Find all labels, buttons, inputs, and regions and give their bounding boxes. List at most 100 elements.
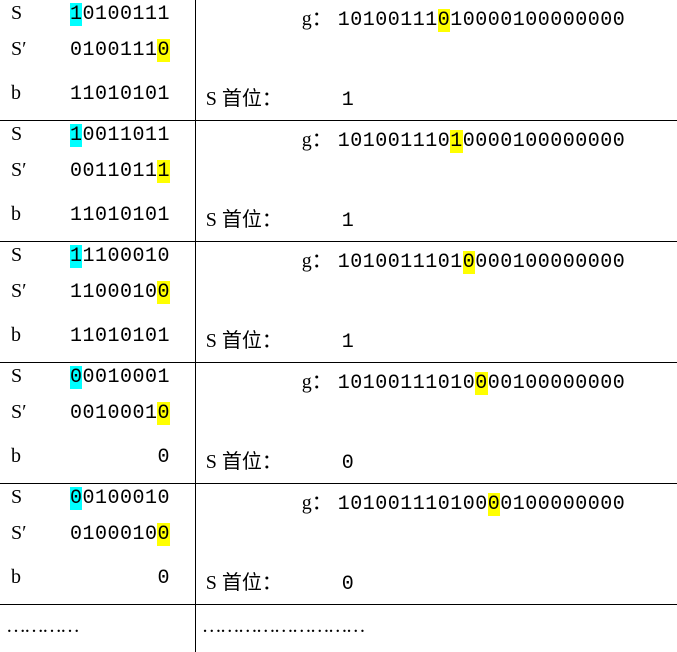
row-b: b11010101 [6, 82, 189, 118]
highlight-yellow-bit: 0 [157, 523, 170, 546]
label-b: b [6, 566, 50, 589]
label-S: S [6, 123, 50, 146]
iteration-row: S10011011 S′00110111 b11010101g：10100111… [0, 121, 677, 242]
highlight-cyan-bit: 1 [70, 245, 83, 268]
row-S: S10100111 [6, 2, 189, 38]
left-cell: S10100111 S′01001110 b11010101 [0, 0, 195, 121]
row-b: b11010101 [6, 203, 189, 239]
left-cell: S00100010 S′01000100 b0 [0, 484, 195, 605]
iteration-row: S10100111 S′01001110 b11010101g：10100111… [0, 0, 677, 121]
label-b: b [6, 203, 50, 226]
row-s-head: S 首位：1 [202, 203, 671, 239]
highlight-yellow-bit: 0 [475, 372, 488, 395]
label-s-head: S 首位： [202, 445, 342, 474]
value-s-head: 1 [342, 331, 355, 354]
value-S-prime: 01000100 [50, 523, 170, 546]
highlight-cyan-bit: 1 [70, 3, 83, 26]
iteration-row: S11100010 S′11000100 b11010101g：10100111… [0, 242, 677, 363]
value-S-prime: 01001110 [50, 39, 170, 62]
row-S-prime: S′11000100 [6, 280, 189, 324]
highlight-cyan-bit: 0 [70, 366, 83, 389]
value-s-head: 1 [342, 89, 355, 112]
label-s-head: S 首位： [202, 566, 342, 595]
right-cell: g：10100111010000100000000 S 首位：1 [195, 0, 677, 121]
row-s-head: S 首位：1 [202, 324, 671, 360]
row-g: g：10100111010000100000000 [202, 244, 671, 280]
row-s-head: S 首位：1 [202, 82, 671, 118]
row-g: g：10100111010000100000000 [202, 2, 671, 38]
value-g: 10100111010000100000000 [338, 493, 626, 516]
row-b: b0 [6, 445, 189, 481]
value-s-head: 0 [342, 573, 355, 596]
spacer-row [202, 280, 671, 324]
row-b: b11010101 [6, 324, 189, 360]
row-S-prime: S′01001110 [6, 38, 189, 82]
row-g: g：10100111010000100000000 [202, 365, 671, 401]
value-g: 10100111010000100000000 [338, 130, 626, 153]
value-g: 10100111010000100000000 [338, 9, 626, 32]
value-S: 00010001 [50, 366, 170, 389]
row-g: g：10100111010000100000000 [202, 123, 671, 159]
left-cell: S00010001 S′00100010 b0 [0, 363, 195, 484]
row-S-prime: S′00110111 [6, 159, 189, 203]
label-s-head: S 首位： [202, 324, 342, 353]
value-s-head: 1 [342, 210, 355, 233]
value-S-prime: 00100010 [50, 402, 170, 425]
value-S: 10011011 [50, 124, 170, 147]
highlight-yellow-bit: 0 [157, 39, 170, 62]
highlight-yellow-bit: 0 [157, 402, 170, 425]
left-cell: ………… [0, 605, 195, 652]
highlight-yellow-bit: 0 [157, 281, 170, 304]
label-g: g： [202, 486, 338, 515]
value-b: 11010101 [50, 325, 170, 348]
value-b: 0 [50, 446, 170, 469]
spacer-row [202, 159, 671, 203]
label-s-head: S 首位： [202, 203, 342, 232]
row-S: S10011011 [6, 123, 189, 159]
label-s-head: S 首位： [202, 82, 342, 111]
highlight-cyan-bit: 0 [70, 487, 83, 510]
label-b: b [6, 82, 50, 105]
right-cell: ……………………… [195, 605, 677, 652]
highlight-yellow-bit: 1 [450, 130, 463, 153]
value-S: 00100010 [50, 487, 170, 510]
label-g: g： [202, 365, 338, 394]
left-cell: S10011011 S′00110111 b11010101 [0, 121, 195, 242]
row-s-head: S 首位：0 [202, 566, 671, 602]
spacer-row [202, 401, 671, 445]
label-g: g： [202, 123, 338, 152]
highlight-yellow-bit: 0 [438, 9, 451, 32]
row-S-prime: S′00100010 [6, 401, 189, 445]
label-S: S [6, 244, 50, 267]
label-S-prime: S′ [6, 522, 50, 545]
label-b: b [6, 445, 50, 468]
iteration-table: S10100111 S′01001110 b11010101g：10100111… [0, 0, 677, 652]
row-S: S00100010 [6, 486, 189, 522]
row-S: S11100010 [6, 244, 189, 280]
value-b: 11010101 [50, 83, 170, 106]
label-S: S [6, 486, 50, 509]
ellipsis-left: ………… [0, 605, 195, 652]
value-S: 11100010 [50, 245, 170, 268]
label-b: b [6, 324, 50, 347]
label-S: S [6, 365, 50, 388]
ellipsis-row: ………………………………… [0, 605, 677, 652]
highlight-yellow-bit: 0 [488, 493, 501, 516]
right-cell: g：10100111010000100000000 S 首位： 0 [195, 363, 677, 484]
highlight-yellow-bit: 0 [463, 251, 476, 274]
value-b: 11010101 [50, 204, 170, 227]
value-S: 10100111 [50, 3, 170, 26]
left-cell: S11100010 S′11000100 b11010101 [0, 242, 195, 363]
label-g: g： [202, 244, 338, 273]
highlight-yellow-bit: 1 [157, 160, 170, 183]
value-S-prime: 11000100 [50, 281, 170, 304]
value-g: 10100111010000100000000 [338, 372, 626, 395]
right-cell: g：10100111010000100000000S 首位：1 [195, 121, 677, 242]
value-S-prime: 00110111 [50, 160, 170, 183]
row-g: g：10100111010000100000000 [202, 486, 671, 522]
value-b: 0 [50, 567, 170, 590]
right-cell: g：10100111010000100000000 S 首位：1 [195, 242, 677, 363]
label-S: S [6, 2, 50, 25]
row-S: S00010001 [6, 365, 189, 401]
ellipsis-right: ……………………… [196, 605, 677, 652]
